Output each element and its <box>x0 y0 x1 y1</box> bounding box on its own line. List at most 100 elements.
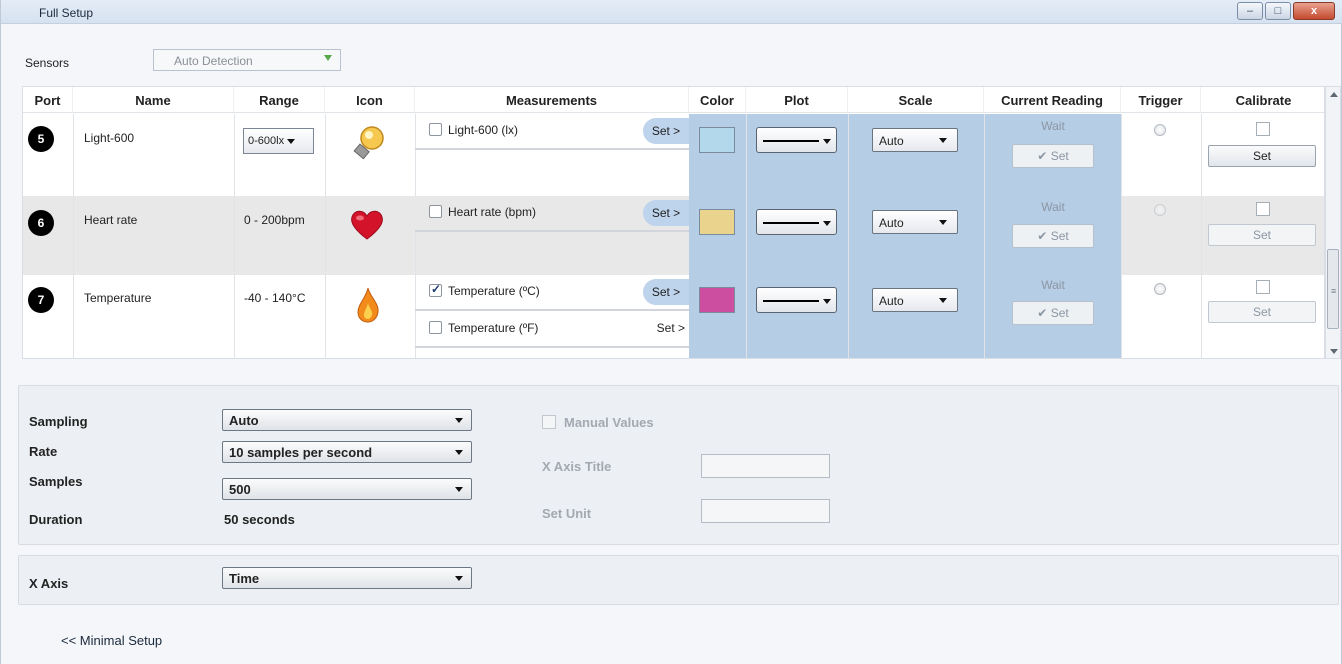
x-axis-dropdown[interactable]: Time <box>222 567 472 589</box>
x-axis-title-input[interactable] <box>701 454 830 478</box>
table-scrollbar[interactable]: ≡ <box>1325 86 1341 359</box>
sensors-bar: Sensors Auto Detection <box>1 44 1342 74</box>
sensors-dropdown[interactable]: Auto Detection <box>153 49 341 71</box>
table-row: 5 Light-600 0-600lx Light-600 (lx) Set >… <box>23 114 1324 196</box>
measurement-label: Heart rate (bpm) <box>448 205 537 219</box>
samples-dropdown[interactable]: 500 <box>222 478 472 500</box>
header-calibrate: Calibrate <box>1235 93 1292 108</box>
check-icon: ✔ <box>1037 306 1048 320</box>
scale-value: Auto <box>879 294 904 308</box>
chevron-down-icon <box>823 221 831 226</box>
reading-status: Wait <box>1041 200 1065 214</box>
plot-style-dropdown[interactable] <box>756 287 837 313</box>
header-current-reading: Current Reading <box>984 87 1121 112</box>
measurement-label: Light-600 (lx) <box>448 123 519 137</box>
close-button[interactable]: x <box>1293 2 1335 20</box>
color-swatch[interactable] <box>699 209 735 235</box>
scroll-thumb[interactable]: ≡ <box>1327 249 1339 329</box>
plot-style-dropdown[interactable] <box>756 127 837 153</box>
measurement-checkbox[interactable] <box>429 205 442 218</box>
scale-dropdown[interactable]: Auto <box>872 288 958 312</box>
port-badge: 7 <box>28 287 54 313</box>
range-dropdown[interactable]: 0-600lx <box>243 128 314 154</box>
measurement-item: Light-600 (lx) Set > <box>415 114 689 150</box>
reading-set-button[interactable]: ✔ Set <box>1012 301 1094 325</box>
chevron-down-icon <box>823 299 831 304</box>
calibrate-set-button[interactable]: Set <box>1208 301 1316 323</box>
chevron-down-icon <box>455 450 463 455</box>
header-icon: Icon <box>325 87 415 112</box>
calibrate-checkbox[interactable] <box>1256 122 1270 136</box>
sampling-panel: Sampling Auto Rate 10 samples per second… <box>18 385 1339 545</box>
reading-status: Wait <box>1041 278 1065 292</box>
minimize-button[interactable]: – <box>1237 2 1263 20</box>
header-trigger: Trigger <box>1121 87 1201 112</box>
sensor-name: Light-600 <box>84 131 135 145</box>
calibrate-set-button[interactable]: Set <box>1208 224 1316 246</box>
maximize-button[interactable]: □ <box>1265 2 1291 20</box>
trigger-radio[interactable] <box>1154 283 1166 295</box>
color-swatch[interactable] <box>699 287 735 313</box>
full-setup-window: Full Setup – □ x Sensors Auto Detection … <box>0 0 1342 664</box>
table-header: Port Name Range Icon Measurements Color … <box>23 87 1324 113</box>
measurement-label: Temperature (ºF) <box>448 321 539 335</box>
calibrate-set-button[interactable]: Set <box>1208 145 1316 167</box>
manual-values-label: Manual Values <box>564 415 654 430</box>
measurement-set-button[interactable]: Set > <box>643 200 689 226</box>
measurement-checkbox[interactable] <box>429 282 442 297</box>
measurement-set-button[interactable]: Set > <box>657 321 685 335</box>
header-port: Port <box>23 87 73 112</box>
header-plot: Plot <box>746 87 848 112</box>
measurement-checkbox[interactable] <box>429 321 442 334</box>
scroll-down-icon[interactable] <box>1330 349 1338 354</box>
scale-value: Auto <box>879 216 904 230</box>
check-icon: ✔ <box>1037 149 1048 163</box>
scroll-up-icon[interactable] <box>1330 92 1338 97</box>
rate-dropdown[interactable]: 10 samples per second <box>222 441 472 463</box>
reading-set-label: Set <box>1050 306 1069 320</box>
header-scale: Scale <box>848 87 984 112</box>
x-axis-title-label: X Axis Title <box>542 459 612 474</box>
scale-dropdown[interactable]: Auto <box>872 128 958 152</box>
measurement-set-button[interactable]: Set > <box>643 279 689 305</box>
color-swatch[interactable] <box>699 127 735 153</box>
grip-icon: ≡ <box>1331 286 1337 296</box>
chevron-down-icon <box>455 576 463 581</box>
sampling-label: Sampling <box>29 414 88 429</box>
reading-set-label: Set <box>1050 229 1069 243</box>
reading-set-button[interactable]: ✔ Set <box>1012 224 1094 248</box>
trigger-radio[interactable] <box>1154 204 1166 216</box>
set-unit-input[interactable] <box>701 499 830 523</box>
heart-icon <box>351 210 383 240</box>
minimal-setup-link[interactable]: << Minimal Setup <box>61 633 162 648</box>
x-axis-label: X Axis <box>29 576 69 591</box>
calibrate-checkbox[interactable] <box>1256 202 1270 216</box>
sensor-name: Temperature <box>84 291 152 305</box>
sensor-name: Heart rate <box>84 213 138 227</box>
samples-label: Samples <box>29 474 83 489</box>
chevron-down-icon <box>939 138 947 143</box>
header-range: Range <box>234 87 325 112</box>
reading-set-button[interactable]: ✔ Set <box>1012 144 1094 168</box>
range-value: 0 - 200bpm <box>244 213 305 227</box>
trigger-radio[interactable] <box>1154 124 1166 136</box>
sampling-value: Auto <box>229 413 259 428</box>
measurement-label: Temperature (ºC) <box>448 284 540 298</box>
header-measurements: Measurements <box>415 87 689 112</box>
manual-values-checkbox[interactable] <box>542 415 556 429</box>
sampling-dropdown[interactable]: Auto <box>222 409 472 431</box>
measurement-set-button[interactable]: Set > <box>643 118 689 144</box>
reading-set-label: Set <box>1050 149 1069 163</box>
measurement-checkbox[interactable] <box>429 123 442 136</box>
scale-dropdown[interactable]: Auto <box>872 210 958 234</box>
sensors-label: Sensors <box>25 56 70 70</box>
measurement-item: Temperature (ºC) Set > <box>415 275 689 311</box>
header-color: Color <box>689 87 746 112</box>
rate-value: 10 samples per second <box>229 445 373 460</box>
calibrate-checkbox[interactable] <box>1256 280 1270 294</box>
sensor-table: Port Name Range Icon Measurements Color … <box>22 86 1325 359</box>
chevron-down-icon <box>324 55 332 61</box>
plot-style-dropdown[interactable] <box>756 209 837 235</box>
chevron-down-icon <box>287 139 296 144</box>
sensors-dropdown-value: Auto Detection <box>174 54 253 68</box>
